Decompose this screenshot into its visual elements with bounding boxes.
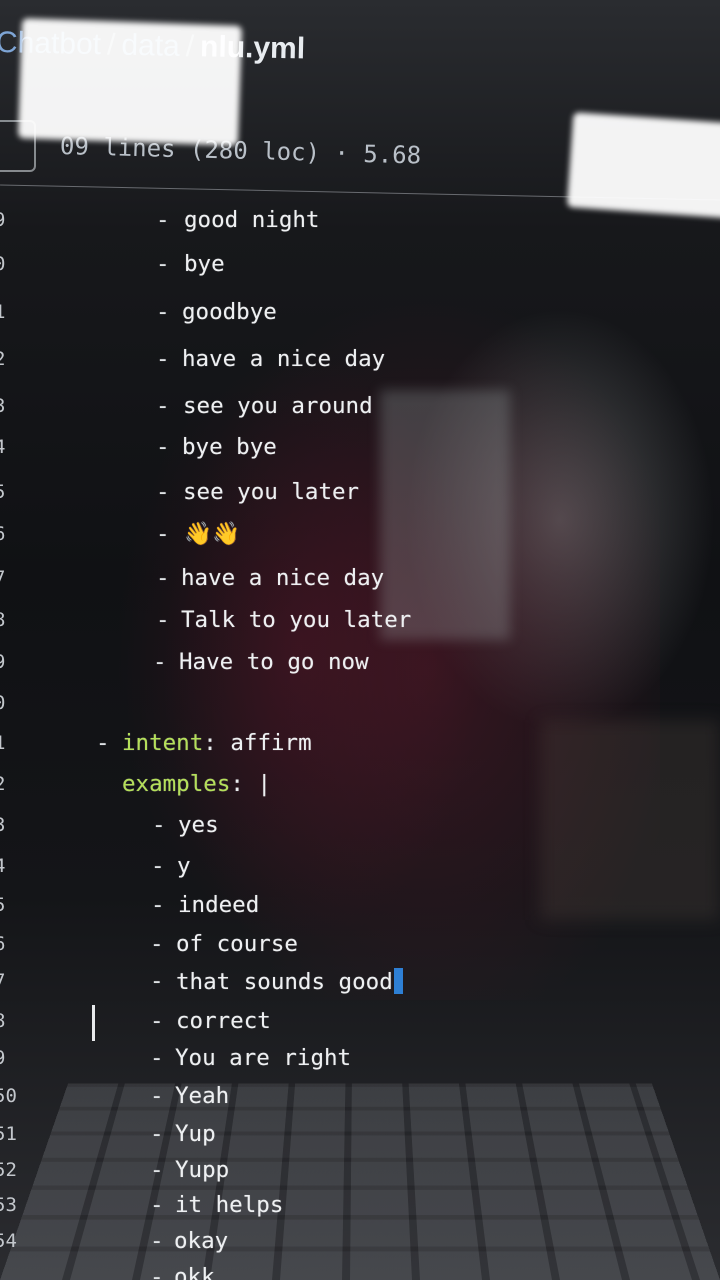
selection-cursor (393, 968, 403, 994)
code-line-examples: examples: | (122, 771, 272, 797)
line-number: 8 (0, 1010, 5, 1032)
example-utterance: Have to go now (179, 649, 369, 675)
example-utterance: good night (184, 207, 320, 233)
line-number: 1 (0, 301, 5, 323)
list-dash: - (150, 931, 164, 957)
list-dash: - (153, 649, 167, 675)
list-dash: - (150, 1008, 164, 1034)
list-dash: - (151, 892, 165, 918)
list-dash: - (150, 1121, 164, 1147)
example-utterance: yes (178, 812, 219, 838)
line-number: 9 (0, 1047, 5, 1069)
example-utterance: okay (174, 1228, 229, 1254)
example-utterance: correct (176, 1008, 271, 1034)
example-utterance: goodbye (182, 299, 277, 325)
line-number: 53 (0, 1194, 17, 1216)
example-utterance: it helps (175, 1192, 284, 1218)
example-utterance: see you later (183, 479, 360, 505)
example-utterance: okk (174, 1264, 215, 1280)
example-utterance: Yeah (175, 1083, 230, 1109)
list-dash: - (156, 299, 170, 325)
line-number: 5 (0, 894, 5, 916)
list-dash: - (150, 1157, 164, 1183)
yaml-value: affirm (230, 730, 312, 756)
example-utterance: indeed (178, 892, 260, 918)
example-utterance: see you around (183, 393, 373, 419)
photo-of-screen: Chatbot/data/nlu.yml 09 lines (280 loc) … (0, 0, 720, 1280)
line-number: 9 (0, 651, 5, 673)
yaml-value: | (257, 771, 272, 797)
example-utterance: Talk to you later (181, 607, 412, 633)
example-utterance: have a nice day (181, 565, 385, 591)
line-number: 7 (0, 970, 5, 992)
list-dash: - (156, 565, 170, 591)
line-number: 8 (0, 609, 5, 631)
line-number: 0 (0, 253, 5, 275)
list-dash: - (156, 346, 170, 372)
list-dash: - (150, 1228, 164, 1254)
line-number: 6 (0, 933, 5, 955)
list-dash: - (150, 1192, 164, 1218)
list-dash: - (156, 607, 170, 633)
line-number: 54 (0, 1230, 17, 1252)
list-dash: - (151, 853, 165, 879)
line-number: 51 (0, 1123, 17, 1145)
line-number: 3 (0, 395, 5, 417)
line-number: 52 (0, 1159, 17, 1181)
list-dash: - (156, 434, 170, 460)
line-number: 3 (0, 814, 5, 836)
line-number: 5 (0, 481, 5, 503)
example-utterance: bye bye (182, 434, 277, 460)
line-number: 9 (0, 209, 5, 231)
ceiling-light-glare (17, 18, 243, 146)
line-number: 7 (0, 567, 5, 589)
list-dash: - (150, 1083, 164, 1109)
example-utterance: Yupp (175, 1157, 230, 1183)
example-utterance: You are right (175, 1045, 352, 1071)
list-dash: - (156, 521, 170, 547)
list-dash: - (152, 812, 166, 838)
ceiling-light-glare (566, 112, 720, 219)
list-dash: - (156, 479, 170, 505)
list-dash: - (150, 968, 164, 994)
list-dash: - (150, 1045, 164, 1071)
example-utterance: 👋👋 (184, 521, 241, 547)
yaml-key: examples (122, 771, 231, 797)
line-number: 6 (0, 523, 5, 545)
list-dash: - (96, 730, 110, 756)
example-utterance: of course (176, 931, 298, 957)
line-number: 4 (0, 855, 5, 877)
list-dash: - (156, 393, 170, 419)
text-caret (92, 1005, 95, 1041)
example-utterance: have a nice day (182, 346, 386, 372)
line-number: 2 (0, 348, 5, 370)
example-utterance: bye (184, 251, 225, 277)
list-dash: - (156, 251, 170, 277)
example-utterance: that sounds good (176, 968, 403, 995)
line-number: 2 (0, 773, 5, 795)
code-line-intent: intent: affirm (122, 730, 312, 756)
line-number: 0 (0, 692, 5, 714)
example-utterance: y (177, 853, 191, 879)
list-dash: - (150, 1264, 164, 1280)
example-utterance: Yup (175, 1121, 216, 1147)
line-number: 4 (0, 436, 5, 458)
yaml-key: intent (122, 730, 204, 756)
list-dash: - (156, 207, 170, 233)
line-number: 50 (0, 1085, 17, 1107)
line-number: 1 (0, 732, 5, 754)
